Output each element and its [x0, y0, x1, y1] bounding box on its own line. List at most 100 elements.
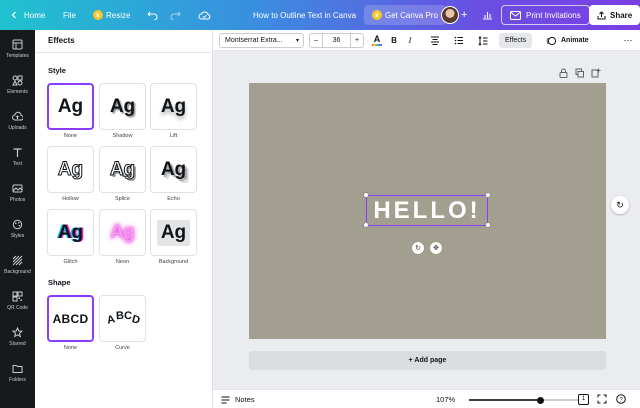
zoom-slider-fill: [469, 399, 541, 401]
style-label: Lift: [169, 133, 178, 139]
selection-box[interactable]: [366, 195, 488, 226]
refresh-icon[interactable]: ↻: [611, 196, 629, 214]
style-tile-background[interactable]: Ag: [150, 209, 197, 256]
shape-tile-curve[interactable]: A B C D: [99, 295, 146, 342]
animate-label: Animate: [561, 37, 589, 44]
get-pro-label: Get Canva Pro: [385, 10, 438, 20]
chevron-down-icon: ▾: [295, 38, 299, 44]
avatar[interactable]: [441, 6, 459, 24]
style-label: Echo: [167, 196, 180, 202]
share-icon: [597, 10, 606, 19]
add-page-button[interactable]: + Add page: [249, 351, 606, 370]
rail-item-styles[interactable]: Styles: [0, 212, 35, 246]
print-invitations-button[interactable]: Print Invitations: [501, 5, 590, 25]
help-icon[interactable]: ?: [616, 394, 626, 406]
share-button[interactable]: Share: [589, 5, 640, 25]
print-invitations-label: Print Invitations: [526, 10, 581, 20]
notes-button[interactable]: Notes: [221, 395, 255, 404]
resize-handle-top-left[interactable]: [363, 192, 369, 198]
shape-tile-none[interactable]: ABCD: [47, 295, 94, 342]
style-preview: Ag: [57, 221, 84, 243]
page-count-button[interactable]: 1: [578, 394, 589, 405]
rail-item-photos[interactable]: Photos: [0, 176, 35, 210]
redo-icon[interactable]: [170, 0, 181, 30]
rail-item-background[interactable]: Background: [0, 248, 35, 282]
add-page-icon[interactable]: [591, 68, 601, 78]
style-tile-echo[interactable]: Ag: [150, 146, 197, 193]
resize-handle-bottom-right[interactable]: [485, 222, 491, 228]
font-size-input[interactable]: 36: [322, 34, 351, 47]
font-family-value: Montserrat Extra...: [225, 37, 283, 44]
style-tile-none[interactable]: Ag: [47, 83, 94, 130]
more-options-icon[interactable]: ⋯: [623, 33, 633, 48]
move-icon[interactable]: ✥: [430, 242, 442, 254]
uploads-icon: [12, 111, 23, 121]
style-tile-lift[interactable]: Ag: [150, 83, 197, 130]
style-tile-glitch[interactable]: Ag: [47, 209, 94, 256]
list-icon[interactable]: [453, 33, 465, 48]
text-toolbar: Montserrat Extra... ▾ – 36 + A B I Effec…: [213, 30, 640, 51]
duplicate-page-icon[interactable]: [575, 68, 584, 78]
rail-item-text[interactable]: Text: [0, 140, 35, 174]
home-button[interactable]: Home: [24, 0, 45, 30]
notes-icon: [221, 396, 230, 403]
style-tile-neon[interactable]: Ag: [99, 209, 146, 256]
file-menu[interactable]: File: [63, 0, 76, 30]
resize-handle-bottom-left[interactable]: [363, 222, 369, 228]
rail-label: Background: [4, 269, 31, 275]
share-label: Share: [610, 10, 633, 20]
top-bar: Home File ♛ Resize How to Outline Text i…: [0, 0, 640, 30]
document-title[interactable]: How to Outline Text in Canva: [253, 0, 356, 30]
resize-handle-top-right[interactable]: [485, 192, 491, 198]
rail-item-qr-code[interactable]: QR Code: [0, 284, 35, 318]
increase-size-button[interactable]: +: [351, 37, 363, 44]
zoom-slider-knob[interactable]: [537, 396, 544, 404]
align-center-icon[interactable]: [429, 33, 441, 48]
insights-icon[interactable]: [482, 0, 493, 30]
animate-button[interactable]: Animate: [546, 33, 589, 48]
rail-item-elements[interactable]: Elements: [0, 68, 35, 102]
style-preview: Ag: [156, 219, 191, 246]
style-tile-shadow[interactable]: Ag: [99, 83, 146, 130]
style-tile-splice[interactable]: Ag: [99, 146, 146, 193]
fullscreen-icon[interactable]: [597, 394, 607, 406]
rail-item-uploads[interactable]: Uploads: [0, 104, 35, 138]
decrease-size-button[interactable]: –: [310, 37, 322, 44]
envelope-icon: [510, 10, 521, 20]
italic-button[interactable]: I: [405, 33, 415, 48]
styles-icon: [12, 219, 23, 230]
cloud-save-icon[interactable]: [198, 0, 211, 30]
undo-icon[interactable]: [147, 0, 158, 30]
photos-icon: [12, 184, 23, 193]
svg-text:A: A: [105, 313, 115, 326]
style-preview: Ag: [160, 95, 187, 117]
style-label: None: [63, 133, 78, 139]
rotate-icon[interactable]: ↻: [412, 242, 424, 254]
text-color-button[interactable]: A: [370, 33, 384, 48]
effects-button[interactable]: Effects: [499, 33, 533, 48]
lock-icon[interactable]: [559, 68, 568, 78]
style-preview: Ag: [57, 158, 84, 180]
zoom-value[interactable]: 107%: [436, 395, 455, 404]
spacing-icon[interactable]: [477, 33, 489, 48]
rail-item-starred[interactable]: Starred: [0, 320, 35, 354]
style-label: Glitch: [63, 259, 78, 265]
style-label: Splice: [115, 196, 130, 202]
rail-item-folders[interactable]: Folders: [0, 356, 35, 390]
zoom-slider[interactable]: [469, 396, 579, 404]
add-collaborator-icon[interactable]: +: [461, 0, 467, 30]
style-tile-hollow[interactable]: Ag: [47, 146, 94, 193]
style-label: Hollow: [62, 196, 79, 202]
back-icon[interactable]: [10, 0, 18, 30]
style-preview: Ag: [160, 158, 187, 180]
rail-item-templates[interactable]: Templates: [0, 32, 35, 66]
templates-icon: [12, 39, 23, 50]
font-family-select[interactable]: Montserrat Extra... ▾: [219, 33, 304, 48]
get-pro-button[interactable]: ♛ Get Canva Pro: [364, 5, 446, 25]
resize-button[interactable]: ♛ Resize: [93, 0, 130, 30]
font-size-stepper[interactable]: – 36 +: [309, 33, 364, 48]
style-label: Background: [158, 259, 189, 265]
bold-button[interactable]: B: [389, 33, 399, 48]
rail-label: Uploads: [8, 125, 27, 131]
shape-preview: ABCD: [52, 311, 89, 326]
